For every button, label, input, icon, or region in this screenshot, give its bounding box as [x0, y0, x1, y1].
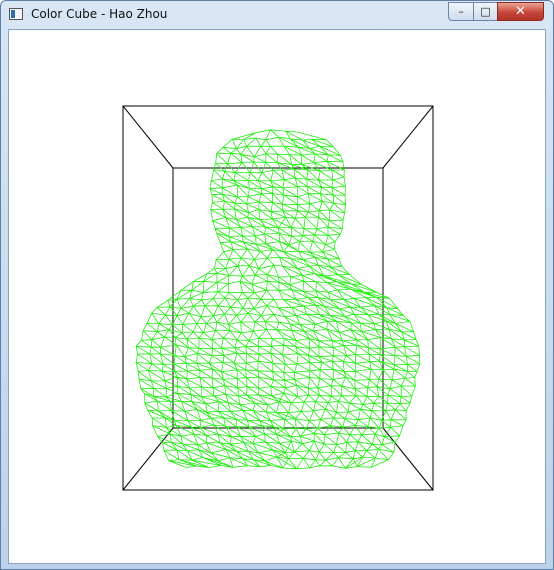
window-title: Color Cube - Hao Zhou — [31, 7, 168, 21]
bust-wireframe-mesh — [135, 129, 421, 470]
app-window: Color Cube - Hao Zhou – □ ✕ — [0, 0, 554, 570]
maximize-button[interactable]: □ — [473, 2, 498, 21]
3d-viewport[interactable] — [9, 30, 546, 564]
box-depth-edge — [382, 105, 434, 169]
title-bar[interactable]: Color Cube - Hao Zhou – □ ✕ — [1, 1, 553, 28]
render-canvas[interactable] — [8, 29, 546, 564]
box-depth-edge — [382, 427, 434, 491]
box-depth-edge — [122, 105, 174, 169]
box-depth-edge — [122, 427, 174, 491]
minimize-button[interactable]: – — [448, 2, 474, 21]
close-button[interactable]: ✕ — [497, 2, 544, 21]
app-icon[interactable] — [9, 8, 23, 20]
